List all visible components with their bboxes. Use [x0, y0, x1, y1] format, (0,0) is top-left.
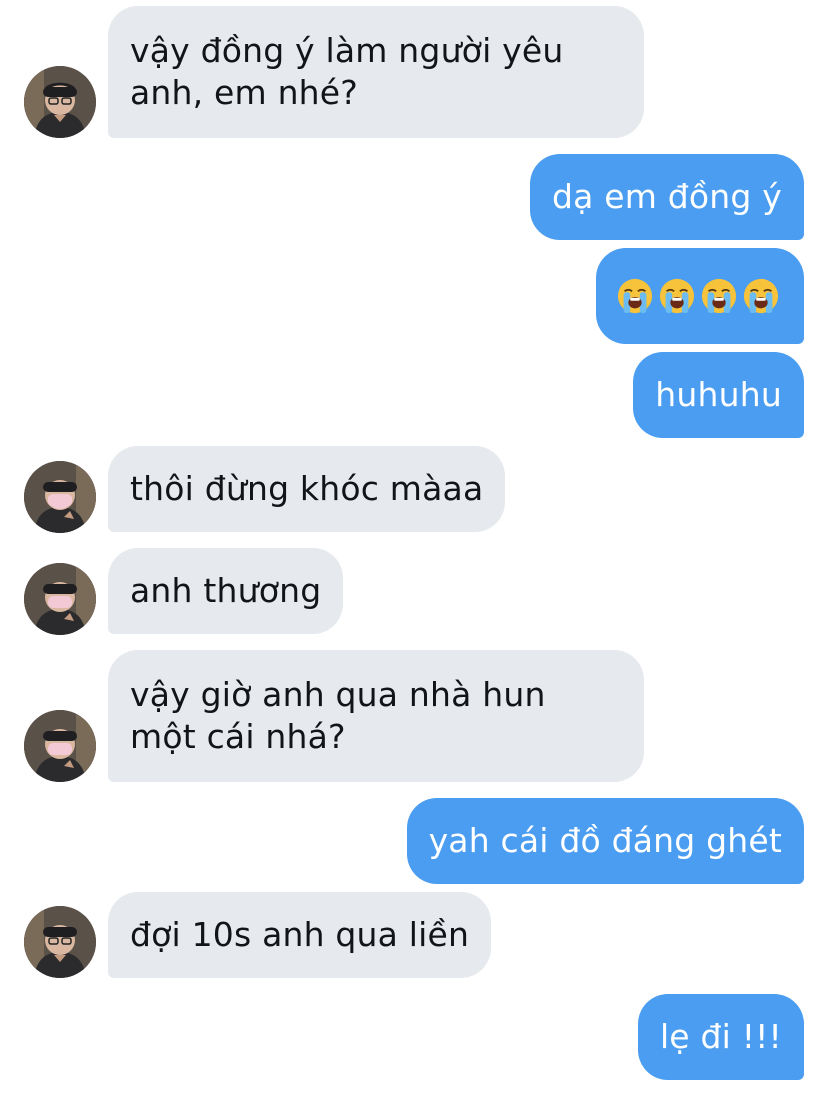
message-sent[interactable]: huhuhu	[633, 352, 804, 438]
contact-avatar[interactable]	[24, 66, 96, 138]
avatar-photo-icon	[24, 563, 96, 635]
contact-avatar[interactable]	[24, 563, 96, 635]
message-line: vậy đồng ý làm người yêu	[130, 31, 564, 70]
loudly-crying-face-emoji-icon	[659, 278, 695, 314]
message-text: thôi đừng khóc màaa	[130, 469, 484, 508]
message-received[interactable]: vậy giờ anh qua nhà hun một cái nhá?	[108, 650, 644, 782]
message-sent[interactable]: yah cái đồ đáng ghét	[406, 798, 804, 884]
contact-avatar[interactable]	[24, 710, 96, 782]
contact-avatar[interactable]	[24, 461, 96, 533]
message-text: yah cái đồ đáng ghét	[428, 821, 782, 860]
loudly-crying-face-emoji-icon	[617, 278, 653, 314]
message-text: huhuhu	[655, 375, 782, 414]
loudly-crying-face-emoji-icon	[743, 278, 779, 314]
message-received[interactable]: thôi đừng khóc màaa	[108, 446, 506, 532]
message-sent-emoji[interactable]	[596, 248, 804, 344]
message-text: đợi 10s anh qua liền	[130, 915, 470, 954]
message-line: một cái nhá?	[130, 717, 346, 756]
message-received[interactable]: đợi 10s anh qua liền	[108, 892, 492, 978]
avatar-photo-icon	[24, 906, 96, 978]
avatar-photo-icon	[24, 66, 96, 138]
message-sent[interactable]: dạ em đồng ý	[529, 154, 804, 240]
avatar-photo-icon	[24, 461, 96, 533]
message-received[interactable]: vậy đồng ý làm người yêu anh, em nhé?	[108, 6, 644, 138]
message-text: anh thương	[130, 571, 322, 610]
avatar-photo-icon	[24, 710, 96, 782]
loudly-crying-face-emoji-icon	[701, 278, 737, 314]
chat-thread: vậy đồng ý làm người yêu anh, em nhé? dạ…	[0, 0, 828, 1096]
contact-avatar[interactable]	[24, 906, 96, 978]
message-received[interactable]: anh thương	[108, 548, 344, 634]
message-line: anh, em nhé?	[130, 73, 359, 112]
message-line: vậy giờ anh qua nhà hun	[130, 675, 546, 714]
message-sent[interactable]: lẹ đi !!!	[637, 994, 804, 1080]
message-text: lẹ đi !!!	[659, 1017, 782, 1056]
message-text: dạ em đồng ý	[551, 177, 782, 216]
